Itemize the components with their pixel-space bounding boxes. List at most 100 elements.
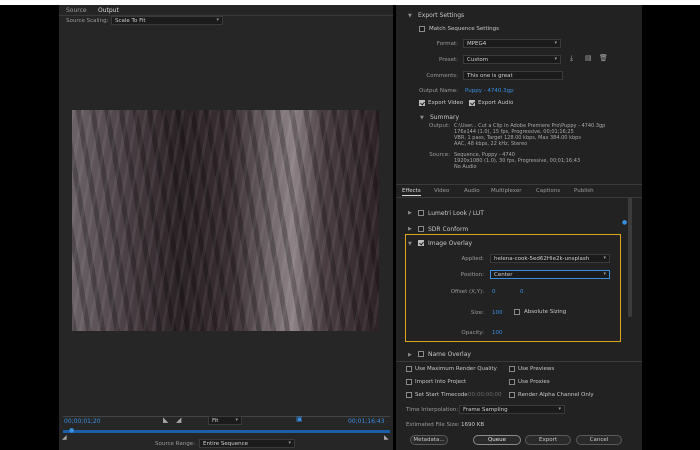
format-dropdown[interactable]: MPEG4 ▾ <box>463 39 561 48</box>
source-range-value: Entire Sequence <box>203 441 249 447</box>
output-name-link[interactable]: Puppy - 4740.3gp <box>465 88 514 94</box>
estimated-size-value: 1690 KB <box>461 422 485 428</box>
image-overlay-section[interactable]: Image Overlay <box>428 240 472 247</box>
save-preset-icon[interactable]: ⤓ <box>570 54 573 63</box>
summary-title: Summary <box>430 114 459 121</box>
metadata-button[interactable]: Metadata... <box>410 435 448 445</box>
sdr-checkbox[interactable] <box>418 226 424 232</box>
name-overlay-section[interactable]: Name Overlay <box>428 351 471 358</box>
use-proxies-label: Use Proxies <box>518 379 550 385</box>
chevron-down-icon: ▾ <box>558 406 561 412</box>
source-scaling-value: Scale To Fit <box>115 18 146 24</box>
position-dropdown[interactable]: Center ▾ <box>490 270 610 279</box>
time-interpolation-value: Frame Sampling <box>463 407 508 413</box>
export-settings-title: Export Settings <box>418 12 465 19</box>
match-sequence-checkbox[interactable] <box>419 26 425 32</box>
absolute-sizing-checkbox[interactable] <box>514 309 520 315</box>
chevron-down-icon: ▾ <box>288 440 291 446</box>
export-audio-checkbox[interactable] <box>469 100 475 106</box>
max-render-quality-label: Use Maximum Render Quality <box>415 366 497 372</box>
collapse-icon[interactable]: ▼ <box>408 241 412 247</box>
opacity-value[interactable]: 100 <box>492 330 503 336</box>
source-scaling-dropdown[interactable]: Scale To Fit ▾ <box>111 16 223 25</box>
summary-output-label: Output: <box>429 123 450 129</box>
queue-button[interactable]: Queue <box>473 435 521 445</box>
in-point-icon[interactable]: ◢ <box>62 434 67 441</box>
image-overlay-checkbox[interactable] <box>418 240 424 246</box>
render-alpha-checkbox[interactable] <box>509 392 515 398</box>
section-divider <box>396 184 642 185</box>
offset-y-value[interactable]: 0 <box>520 289 524 295</box>
summary-source-label: Source: <box>429 152 450 158</box>
mark-out-icon[interactable]: ◢ <box>176 416 181 424</box>
out-point-icon[interactable]: ◣ <box>384 434 389 441</box>
tab-audio[interactable]: Audio <box>464 188 480 194</box>
set-start-timecode-checkbox[interactable] <box>406 392 412 398</box>
match-sequence-label: Match Sequence Settings <box>429 26 499 32</box>
preset-dropdown[interactable]: Custom ▾ <box>463 55 561 64</box>
use-proxies-checkbox[interactable] <box>509 379 515 385</box>
import-preset-icon[interactable]: ▤ <box>585 54 592 62</box>
time-interpolation-label: Time Interpolation: <box>406 407 459 413</box>
import-into-project-checkbox[interactable] <box>406 379 412 385</box>
position-value: Center <box>494 272 513 278</box>
render-alpha-label: Render Alpha Channel Only <box>518 392 594 398</box>
offset-x-value[interactable]: 0 <box>492 289 496 295</box>
scroll-indicator-icon[interactable]: ● <box>622 219 627 226</box>
tab-video[interactable]: Video <box>434 188 449 194</box>
max-render-quality-checkbox[interactable] <box>406 366 412 372</box>
applied-dropdown[interactable]: helena-cook-5ed62Hle2k-unsplash ▾ <box>490 254 610 263</box>
timeline-track[interactable] <box>63 430 390 433</box>
lumetri-checkbox[interactable] <box>418 210 424 216</box>
expand-icon[interactable]: ▶ <box>408 352 412 358</box>
size-value[interactable]: 100 <box>492 310 503 316</box>
tab-source[interactable]: Source <box>66 7 87 14</box>
output-name-label: Output Name: <box>419 88 458 94</box>
delete-preset-icon[interactable]: 🗑 <box>599 54 608 62</box>
opacity-label: Opacity: <box>461 330 484 336</box>
position-label: Position: <box>460 272 484 278</box>
tab-captions[interactable]: Captions <box>536 188 560 194</box>
timecode-current[interactable]: 00;00;01;20 <box>64 418 101 425</box>
export-video-checkbox[interactable] <box>419 100 425 106</box>
comments-input[interactable]: This one is great <box>463 71 563 80</box>
comments-label: Comments: <box>426 73 458 79</box>
effects-scrollbar[interactable] <box>628 197 632 317</box>
size-label: Size: <box>470 310 484 316</box>
source-range-label: Source Range: <box>155 441 195 447</box>
applied-value: helena-cook-5ed62Hle2k-unsplash <box>494 256 590 262</box>
tab-multiplexer[interactable]: Multiplexer <box>491 188 521 194</box>
expand-icon[interactable]: ▶ <box>408 210 412 216</box>
tab-divider <box>59 15 393 16</box>
chevron-down-icon: ▾ <box>603 255 606 261</box>
chevron-down-icon: ▾ <box>216 17 219 23</box>
preset-value: Custom <box>467 57 489 63</box>
aspect-icon[interactable]: ▣ <box>296 415 303 423</box>
name-overlay-checkbox[interactable] <box>418 351 424 357</box>
sdr-section[interactable]: SDR Conform <box>428 226 468 233</box>
use-previews-checkbox[interactable] <box>509 366 515 372</box>
summary-output: C:\User... Cut a Clip in Adobe Premiere … <box>454 123 624 147</box>
source-range-dropdown[interactable]: Entire Sequence ▾ <box>199 439 295 448</box>
timecode-duration: 00;01;16;43 <box>348 418 385 425</box>
expand-icon[interactable]: ▶ <box>408 226 412 232</box>
time-interpolation-dropdown[interactable]: Frame Sampling ▾ <box>459 405 565 414</box>
applied-label: Applied: <box>461 256 484 262</box>
export-button[interactable]: Export <box>525 435 571 445</box>
import-into-project-label: Import Into Project <box>415 379 467 385</box>
summary-source-line: No Audio <box>454 164 477 170</box>
tab-effects[interactable]: Effects <box>402 188 421 196</box>
start-timecode-value[interactable]: 00;00;00;00 <box>468 392 502 398</box>
zoom-fit-dropdown[interactable]: Fit ▾ <box>208 416 242 425</box>
collapse-icon[interactable]: ▼ <box>408 13 412 19</box>
summary-output-line: AAC, 48 kbps, 22 kHz, Stereo <box>454 141 528 147</box>
tab-divider <box>396 197 642 198</box>
offset-label: Offset (X,Y): <box>450 289 484 295</box>
export-audio-label: Export Audio <box>478 100 514 106</box>
mark-in-icon[interactable]: ◣ <box>163 416 168 424</box>
summary-collapse-icon[interactable]: ▼ <box>420 115 424 121</box>
playhead-icon[interactable]: ● <box>69 427 74 434</box>
lumetri-section[interactable]: Lumetri Look / LUT <box>428 210 484 217</box>
cancel-button[interactable]: Cancel <box>576 435 622 445</box>
tab-publish[interactable]: Publish <box>574 188 594 194</box>
